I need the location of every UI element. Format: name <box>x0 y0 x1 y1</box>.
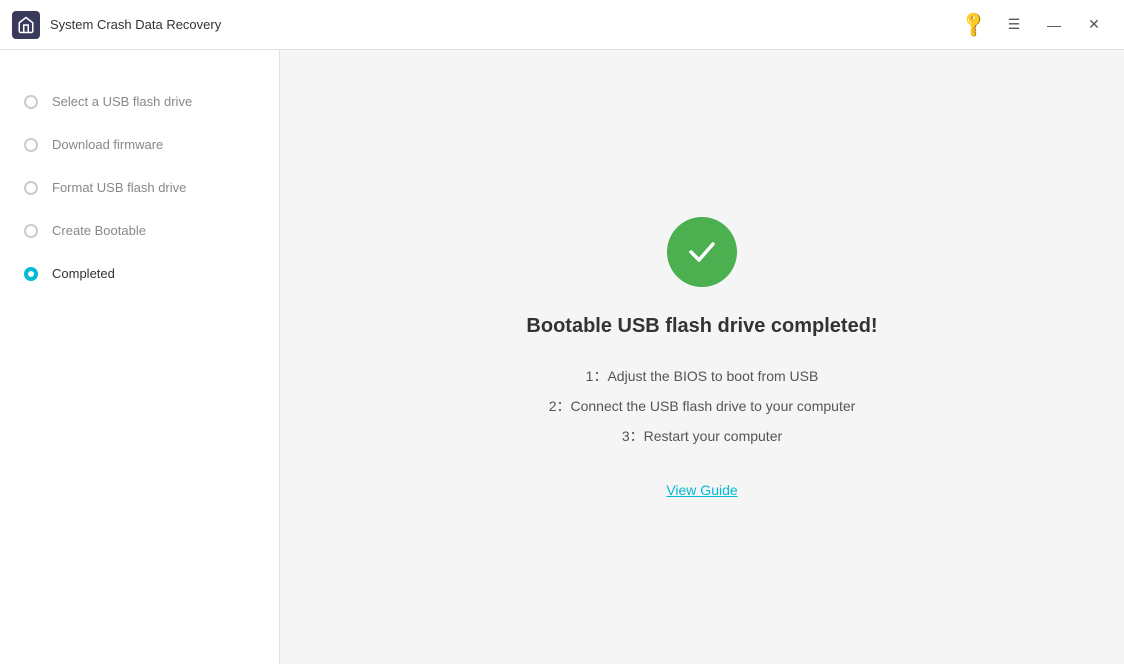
instruction-text-2: Connect the USB flash drive to your comp… <box>570 398 855 414</box>
menu-icon: ☰ <box>1008 16 1021 33</box>
step-dot-completed <box>24 267 38 281</box>
sidebar-item-download-firmware[interactable]: Download firmware <box>0 123 279 166</box>
step-dot-download-firmware <box>24 138 38 152</box>
step-dot-select-usb <box>24 95 38 109</box>
sidebar-label-select-usb: Select a USB flash drive <box>52 94 192 109</box>
app-logo <box>12 11 40 39</box>
step-num-1: 1： <box>586 368 608 384</box>
instruction-text-3: Restart your computer <box>644 428 783 444</box>
sidebar-item-completed[interactable]: Completed <box>0 252 279 295</box>
app-body: Select a USB flash drive Download firmwa… <box>0 50 1124 664</box>
instructions-list: 1：Adjust the BIOS to boot from USB 2：Con… <box>549 366 856 446</box>
main-content: Bootable USB flash drive completed! 1：Ad… <box>280 50 1124 664</box>
checkmark-icon <box>684 234 720 270</box>
menu-button[interactable]: ☰ <box>996 7 1032 43</box>
window-controls: 🔑 ☰ — ✕ <box>956 7 1112 43</box>
success-icon-wrapper <box>667 217 737 287</box>
instruction-text-1: Adjust the BIOS to boot from USB <box>607 368 818 384</box>
sidebar-item-select-usb[interactable]: Select a USB flash drive <box>0 80 279 123</box>
sidebar-label-format-usb: Format USB flash drive <box>52 180 186 195</box>
minimize-button[interactable]: — <box>1036 7 1072 43</box>
sidebar-label-create-bootable: Create Bootable <box>52 223 146 238</box>
sidebar-item-format-usb[interactable]: Format USB flash drive <box>0 166 279 209</box>
sidebar-item-create-bootable[interactable]: Create Bootable <box>0 209 279 252</box>
close-button[interactable]: ✕ <box>1076 7 1112 43</box>
minimize-icon: — <box>1047 17 1061 33</box>
sidebar-label-download-firmware: Download firmware <box>52 137 163 152</box>
sidebar: Select a USB flash drive Download firmwa… <box>0 50 280 664</box>
key-icon: 🔑 <box>959 9 990 40</box>
sidebar-label-completed: Completed <box>52 266 115 281</box>
instruction-3: 3：Restart your computer <box>622 426 782 446</box>
completed-title: Bootable USB flash drive completed! <box>526 315 877 338</box>
app-title: System Crash Data Recovery <box>50 17 956 32</box>
step-dot-format-usb <box>24 181 38 195</box>
step-dot-create-bootable <box>24 224 38 238</box>
key-button[interactable]: 🔑 <box>956 7 992 43</box>
instruction-2: 2：Connect the USB flash drive to your co… <box>549 396 856 416</box>
titlebar: System Crash Data Recovery 🔑 ☰ — ✕ <box>0 0 1124 50</box>
close-icon: ✕ <box>1088 16 1100 33</box>
view-guide-button[interactable]: View Guide <box>666 482 737 498</box>
step-num-3: 3： <box>622 428 644 444</box>
instruction-1: 1：Adjust the BIOS to boot from USB <box>586 366 819 386</box>
step-num-2: 2： <box>549 398 571 414</box>
